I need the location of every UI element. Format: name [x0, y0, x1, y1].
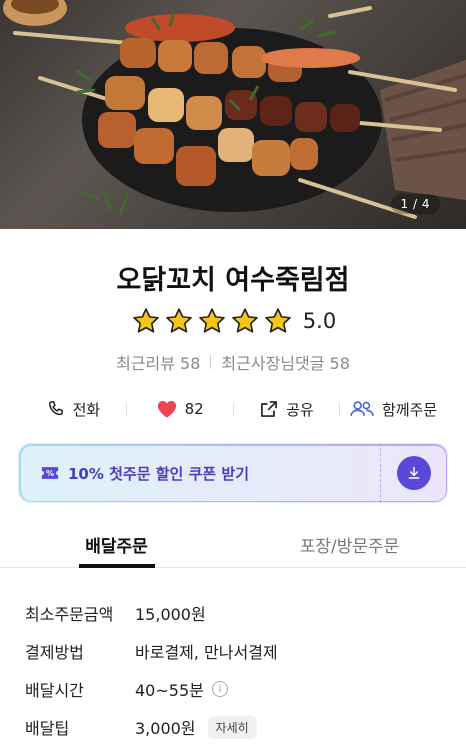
call-button[interactable]: 전화	[20, 399, 126, 420]
tab-delivery[interactable]: 배달주문	[0, 524, 233, 567]
group-users-icon	[350, 401, 374, 417]
share-icon	[261, 401, 277, 417]
coupon-icon: %	[41, 467, 59, 479]
delivery-time-value-wrap: 40~55분 i	[135, 677, 228, 701]
store-name: 오닭꼬치 여수죽림점	[116, 265, 350, 296]
share-button[interactable]: 공유	[234, 399, 340, 420]
payment-row: 결제방법 바로결제, 만나서결제	[25, 632, 445, 670]
like-count: 82	[184, 400, 204, 418]
star-icon	[265, 308, 292, 333]
star-icon	[199, 308, 226, 333]
owner-replies-link[interactable]: 최근사장님댓글 58	[221, 350, 350, 374]
star-icon	[133, 308, 160, 333]
min-order-label: 최소주문금액	[25, 605, 114, 624]
call-label: 전화	[72, 400, 101, 419]
coupon-banner: % 10% 첫주문 할인 쿠폰 받기	[18, 443, 448, 503]
order-type-tabs: 배달주문 포장/방문주문	[0, 524, 466, 568]
group-order-label: 함께주문	[382, 400, 438, 419]
download-icon	[408, 466, 420, 479]
group-order-button[interactable]: 함께주문	[340, 399, 446, 420]
star-icon	[166, 308, 193, 333]
store-actions: 전화 82 공유 함께주문	[20, 392, 446, 426]
phone-icon	[48, 401, 63, 416]
info-icon[interactable]: i	[211, 681, 228, 697]
payment-label: 결제방법	[25, 643, 84, 662]
star-icon	[232, 308, 259, 333]
rating-row: 5.0	[0, 306, 466, 336]
delivery-tip-label: 배달팁	[25, 719, 70, 738]
min-order-row: 최소주문금액 15,000원	[25, 594, 445, 632]
coupon-download-button[interactable]	[397, 456, 431, 490]
delivery-time-value: 40~55분	[135, 681, 204, 700]
delivery-time-label: 배달시간	[25, 681, 84, 700]
coupon-text: 10% 첫주문 할인 쿠폰 받기	[68, 464, 249, 483]
coupon-main[interactable]: % 10% 첫주문 할인 쿠폰 받기	[19, 444, 380, 502]
tab-pickup[interactable]: 포장/방문주문	[233, 524, 466, 567]
delivery-tip-value: 3,000원	[135, 719, 196, 738]
delivery-tip-row: 배달팁 3,000원 자세히	[25, 708, 445, 746]
svg-text:%: %	[46, 468, 54, 478]
divider	[210, 355, 212, 369]
heart-icon	[157, 401, 176, 418]
recent-reviews-link[interactable]: 최근리뷰 58	[116, 350, 200, 374]
delivery-info: 최소주문금액 15,000원 결제방법 바로결제, 만나서결제 배달시간 40~…	[25, 594, 445, 746]
store-hero-image[interactable]: 1 / 4	[0, 0, 466, 229]
payment-value: 바로결제, 만나서결제	[135, 643, 278, 662]
tip-detail-button[interactable]: 자세히	[207, 715, 257, 739]
delivery-time-row: 배달시간 40~55분 i	[25, 670, 445, 708]
min-order-value: 15,000원	[135, 605, 206, 624]
review-summary: 최근리뷰 58 최근사장님댓글 58	[0, 350, 466, 374]
like-button[interactable]: 82	[127, 399, 233, 419]
delivery-tip-value-wrap: 3,000원 자세히	[135, 715, 257, 739]
image-counter: 1 / 4	[390, 194, 440, 214]
rating-value: 5.0	[302, 309, 337, 333]
share-label: 공유	[286, 400, 314, 419]
coupon-download-area	[381, 444, 447, 502]
